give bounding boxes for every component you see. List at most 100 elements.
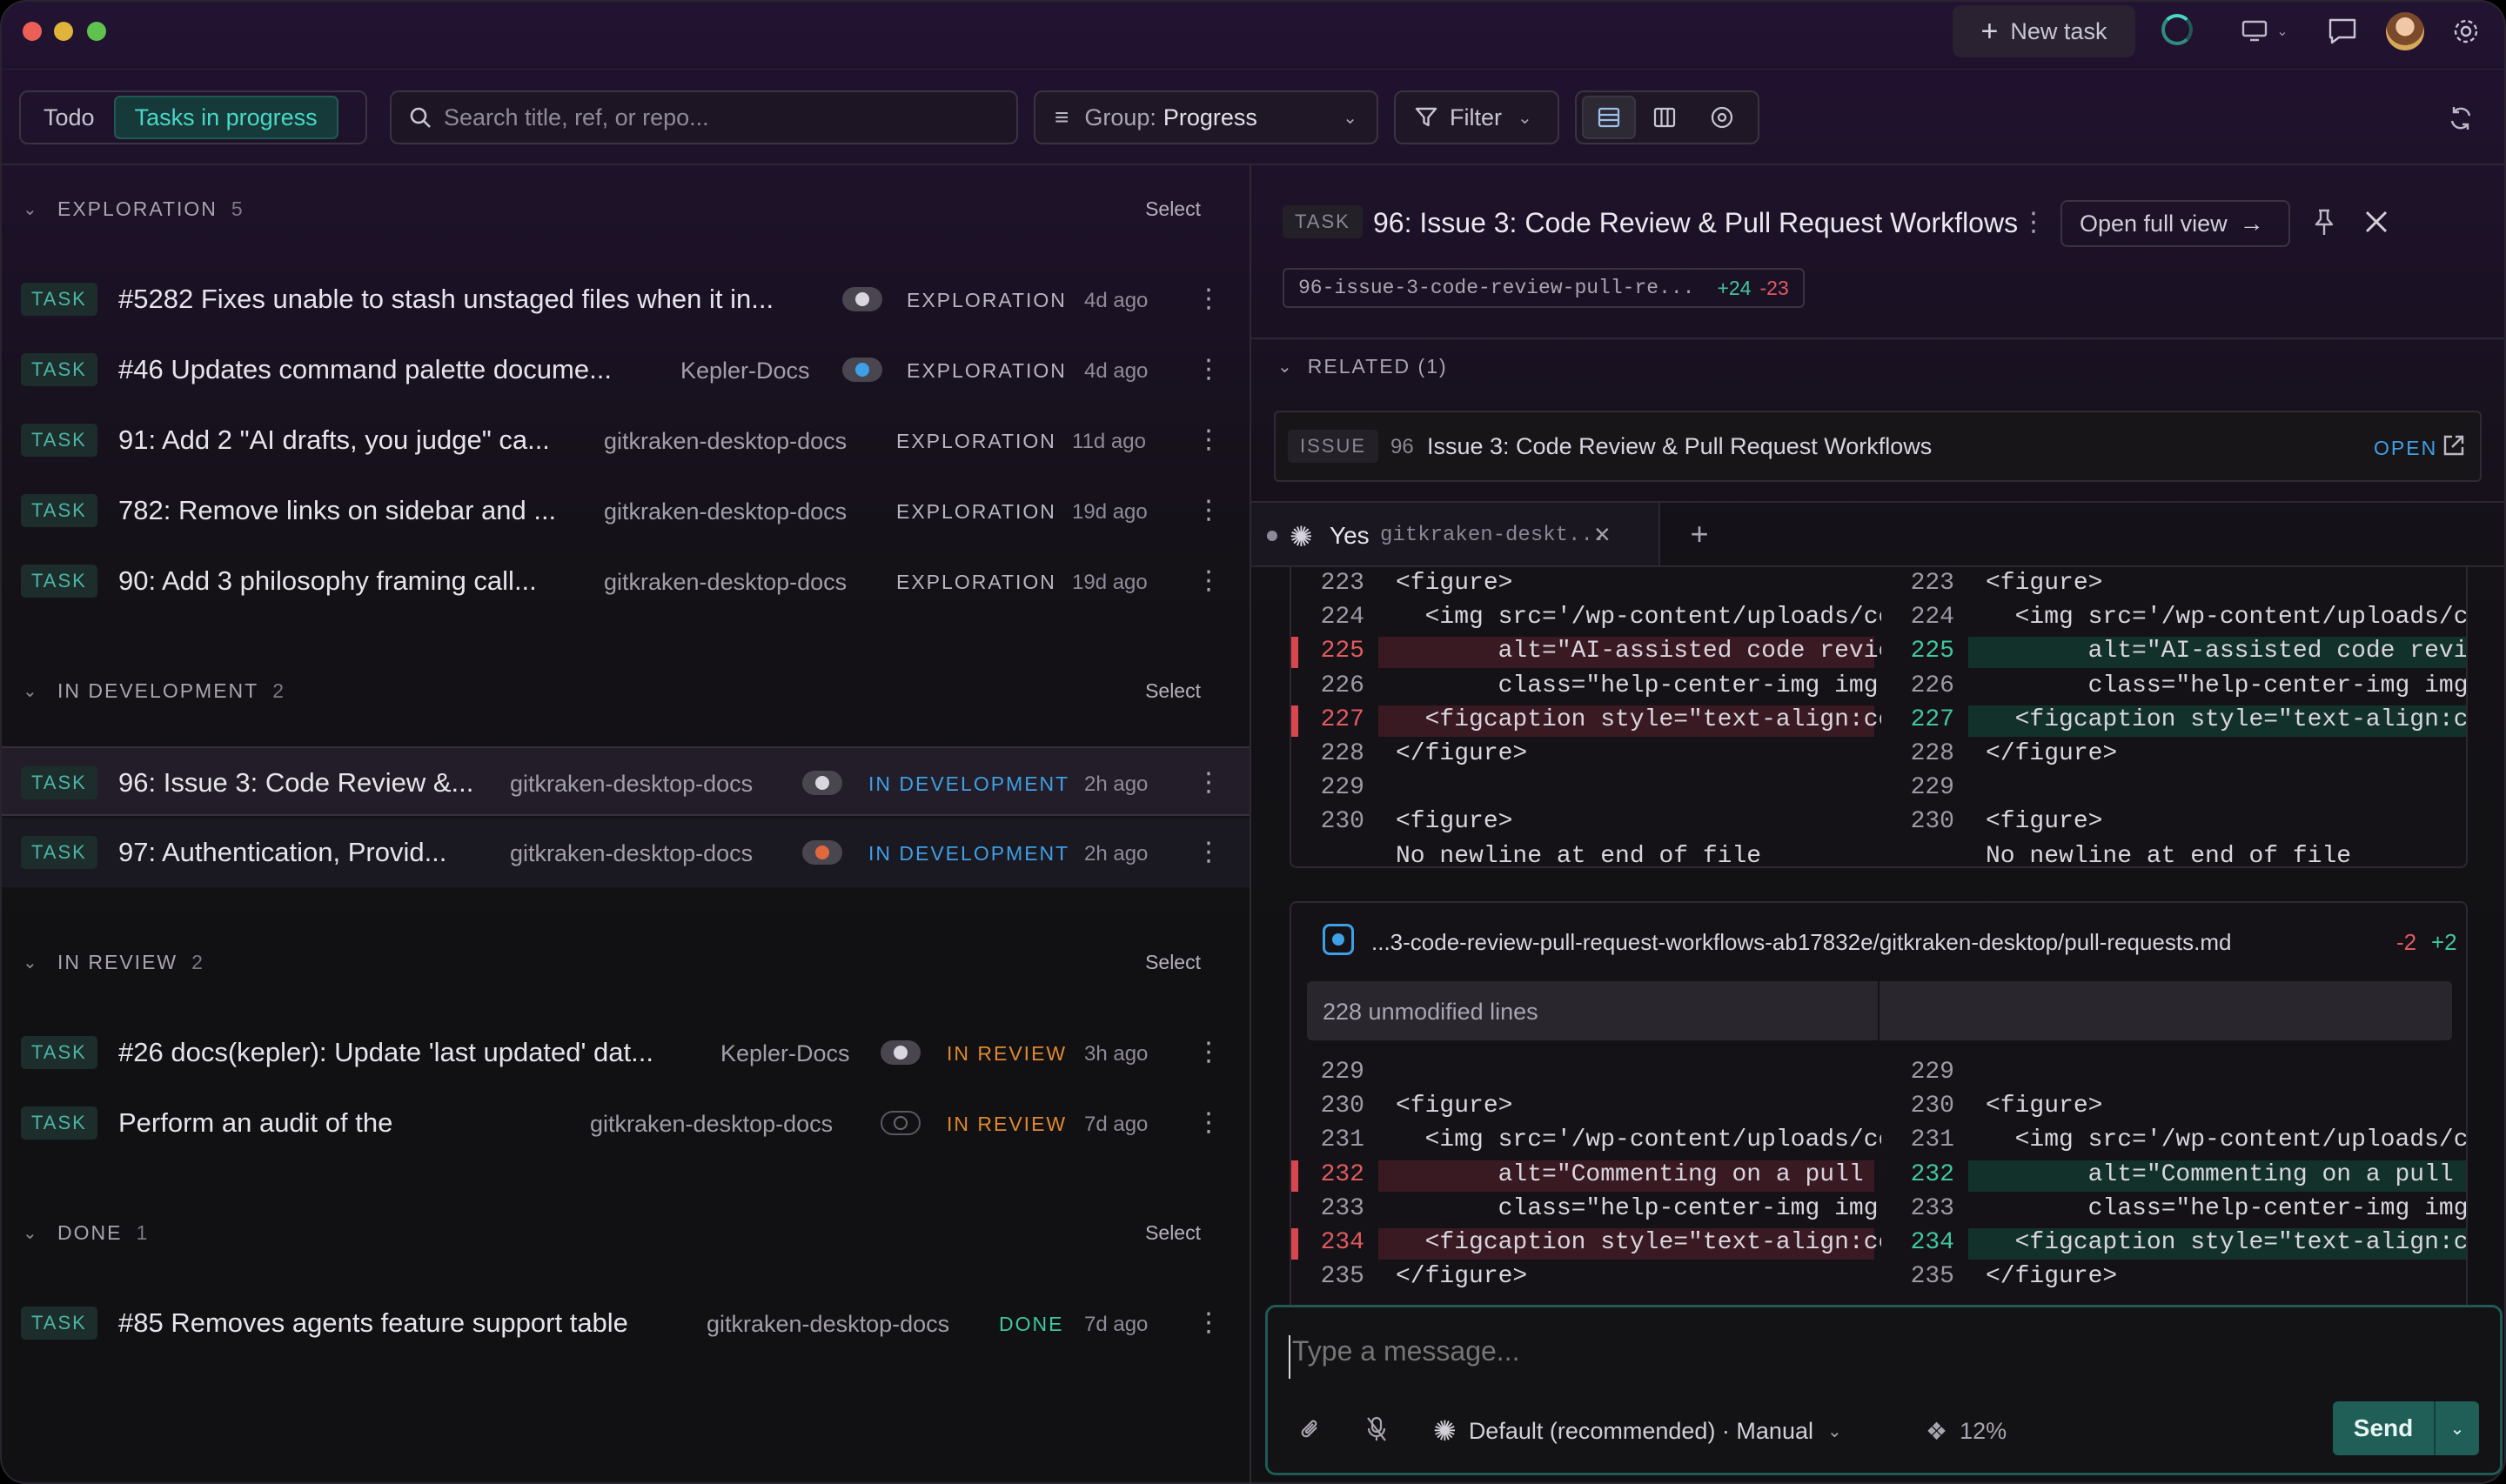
task-repo: Kepler-Docs <box>720 1040 850 1066</box>
task-row-selected[interactable]: TASK 96: Issue 3: Code Review &... gitkr… <box>2 746 1250 816</box>
sparkle-icon: ✺ <box>1290 521 1313 552</box>
more-options-icon[interactable]: ⋮ <box>1196 835 1222 870</box>
agent-toggle[interactable] <box>802 840 842 865</box>
group-header-exploration[interactable]: ⌄ EXPLORATION 5 Select <box>2 183 1250 235</box>
add-tab-button[interactable]: + <box>1660 503 1739 565</box>
line-number: 232 <box>1320 1160 1364 1188</box>
board-view-button[interactable] <box>1636 96 1693 139</box>
status-badge: IN DEVELOPMENT <box>868 772 1070 795</box>
agent-toggle[interactable] <box>881 1040 921 1065</box>
group-header-in-review[interactable]: ⌄ IN REVIEW 2 Select <box>2 936 1250 988</box>
chevron-down-icon: ⌄ <box>23 681 39 701</box>
graph-view-button[interactable] <box>1693 96 1751 139</box>
group-header-done[interactable]: ⌄ DONE 1 Select <box>2 1207 1250 1259</box>
session-tab[interactable]: ✺ Yes gitkraken-deskt... × <box>1251 503 1660 565</box>
more-options-icon[interactable]: ⋮ <box>2020 205 2047 240</box>
more-options-icon[interactable]: ⋮ <box>1196 1306 1222 1340</box>
open-full-view-button[interactable]: Open full view → <box>2060 200 2290 247</box>
task-time: 2h ago <box>1084 842 1149 866</box>
search-input[interactable] <box>444 104 966 131</box>
more-options-icon[interactable]: ⋮ <box>1196 493 1222 528</box>
message-input[interactable] <box>1289 1335 2472 1379</box>
group-count: 1 <box>136 1220 148 1244</box>
new-task-button[interactable]: + New task <box>1953 5 2135 57</box>
more-options-icon[interactable]: ⋮ <box>1196 564 1222 598</box>
status-badge: EXPLORATION <box>896 571 1056 593</box>
mic-button[interactable] <box>1365 1415 1391 1447</box>
line-number: 228 <box>1910 740 1954 767</box>
refresh-button[interactable] <box>2443 101 2478 136</box>
task-repo: gitkraken-desktop-docs <box>590 1111 834 1137</box>
close-window-button[interactable] <box>23 22 42 41</box>
minimize-window-button[interactable] <box>54 22 73 41</box>
line-number: 229 <box>1910 774 1954 802</box>
context-percent: 12% <box>1960 1417 2007 1444</box>
agent-toggle[interactable] <box>881 1111 921 1135</box>
select-button[interactable]: Select <box>1145 197 1201 221</box>
code-line: alt="Commenting on a pull r <box>1396 1160 1881 1188</box>
task-tag: TASK <box>21 1307 97 1340</box>
chat-button[interactable] <box>2325 14 2360 49</box>
group-label: EXPLORATION <box>57 197 218 220</box>
code-line: <img src='/wp-content/uploads/co <box>1396 1126 1881 1154</box>
select-button[interactable]: Select <box>1145 679 1201 703</box>
related-issue-card[interactable]: ISSUE 96 Issue 3: Code Review & Pull Req… <box>1274 411 2482 482</box>
task-row[interactable]: TASK 97: Authentication, Provid... gitkr… <box>2 818 1250 887</box>
more-options-icon[interactable]: ⋮ <box>1196 352 1222 387</box>
code-line: alt="Commenting on a pull r <box>1986 1160 2468 1188</box>
more-options-icon[interactable]: ⋮ <box>1196 423 1222 458</box>
branch-badge[interactable]: 96-issue-3-code-review-pull-re... +24 -2… <box>1283 268 1805 308</box>
select-button[interactable]: Select <box>1145 951 1201 974</box>
select-button[interactable]: Select <box>1145 1221 1201 1245</box>
pin-button[interactable] <box>2313 209 2339 238</box>
task-row[interactable]: TASK #26 docs(kepler): Update 'last upda… <box>2 1018 1250 1087</box>
task-row[interactable]: TASK #46 Updates command palette docume.… <box>2 335 1250 404</box>
group-by-select[interactable]: ≡ Group: Progress ⌄ <box>1034 90 1378 144</box>
app-window: + New task ⌄ Todo Tasks in progress ≡ Gr… <box>0 0 2506 1484</box>
close-tab-icon[interactable]: × <box>1594 518 1611 551</box>
chevron-down-icon: ⌄ <box>23 1223 39 1243</box>
settings-button[interactable] <box>2449 14 2483 49</box>
filter-button[interactable]: Filter ⌄ <box>1394 90 1559 144</box>
task-title: #26 docs(kepler): Update 'last updated' … <box>118 1037 653 1067</box>
agent-toggle[interactable] <box>802 771 842 795</box>
context-usage[interactable]: ❖ 12% <box>1926 1410 2007 1452</box>
more-options-icon[interactable]: ⋮ <box>1196 282 1222 317</box>
agent-toggle[interactable] <box>842 358 882 382</box>
task-title: 91: Add 2 "AI drafts, you judge" ca... <box>118 424 550 455</box>
task-row[interactable]: TASK #5282 Fixes unable to stash unstage… <box>2 264 1250 334</box>
external-link-button[interactable] <box>2442 433 2468 459</box>
related-header[interactable]: ⌄ RELATED (1) <box>1277 355 1448 378</box>
task-tag: TASK <box>1283 205 1363 238</box>
task-row[interactable]: TASK #85 Removes agents feature support … <box>2 1288 1250 1358</box>
more-options-icon[interactable]: ⋮ <box>1196 1106 1222 1140</box>
new-task-label: New task <box>2010 17 2107 44</box>
list-view-button[interactable] <box>1582 96 1636 139</box>
status-dot <box>1267 531 1277 541</box>
maximize-window-button[interactable] <box>87 22 106 41</box>
more-options-icon[interactable]: ⋮ <box>1196 1035 1222 1070</box>
task-row[interactable]: TASK 91: Add 2 "AI drafts, you judge" ca… <box>2 405 1250 475</box>
attach-button[interactable] <box>1299 1417 1325 1447</box>
tab-tasks-in-progress[interactable]: Tasks in progress <box>113 96 338 139</box>
display-menu-button[interactable]: ⌄ <box>2235 14 2295 49</box>
group-header-in-development[interactable]: ⌄ IN DEVELOPMENT 2 Select <box>2 665 1250 717</box>
unmodified-lines-bar[interactable]: 228 unmodified lines <box>1307 981 2452 1040</box>
file-path[interactable]: ...3-code-review-pull-request-workflows-… <box>1371 929 2231 956</box>
agent-toggle[interactable] <box>842 287 882 311</box>
task-row[interactable]: TASK Perform an audit of the gitkraken-d… <box>2 1088 1250 1158</box>
send-button[interactable]: Send <box>2333 1414 2434 1442</box>
task-row[interactable]: TASK 782: Remove links on sidebar and ..… <box>2 476 1250 545</box>
line-number: 223 <box>1910 570 1954 597</box>
model-selector[interactable]: ✺ Default (recommended) · Manual ⌄ <box>1433 1410 1842 1452</box>
diff-right: 223 <figure> 224 <img src='/wp-content/upl… <box>1881 567 2466 866</box>
chevron-down-icon[interactable]: ⌄ <box>2436 1418 2479 1440</box>
task-title: 90: Add 3 philosophy framing call... <box>118 565 537 596</box>
group-label: IN REVIEW <box>57 950 178 973</box>
avatar[interactable] <box>2386 12 2424 50</box>
tab-todo[interactable]: Todo <box>24 96 114 139</box>
close-panel-button[interactable] <box>2363 209 2391 237</box>
more-options-icon[interactable]: ⋮ <box>1196 765 1222 800</box>
file-toggle-icon[interactable] <box>1323 924 1354 955</box>
task-row[interactable]: TASK 90: Add 3 philosophy framing call..… <box>2 546 1250 616</box>
